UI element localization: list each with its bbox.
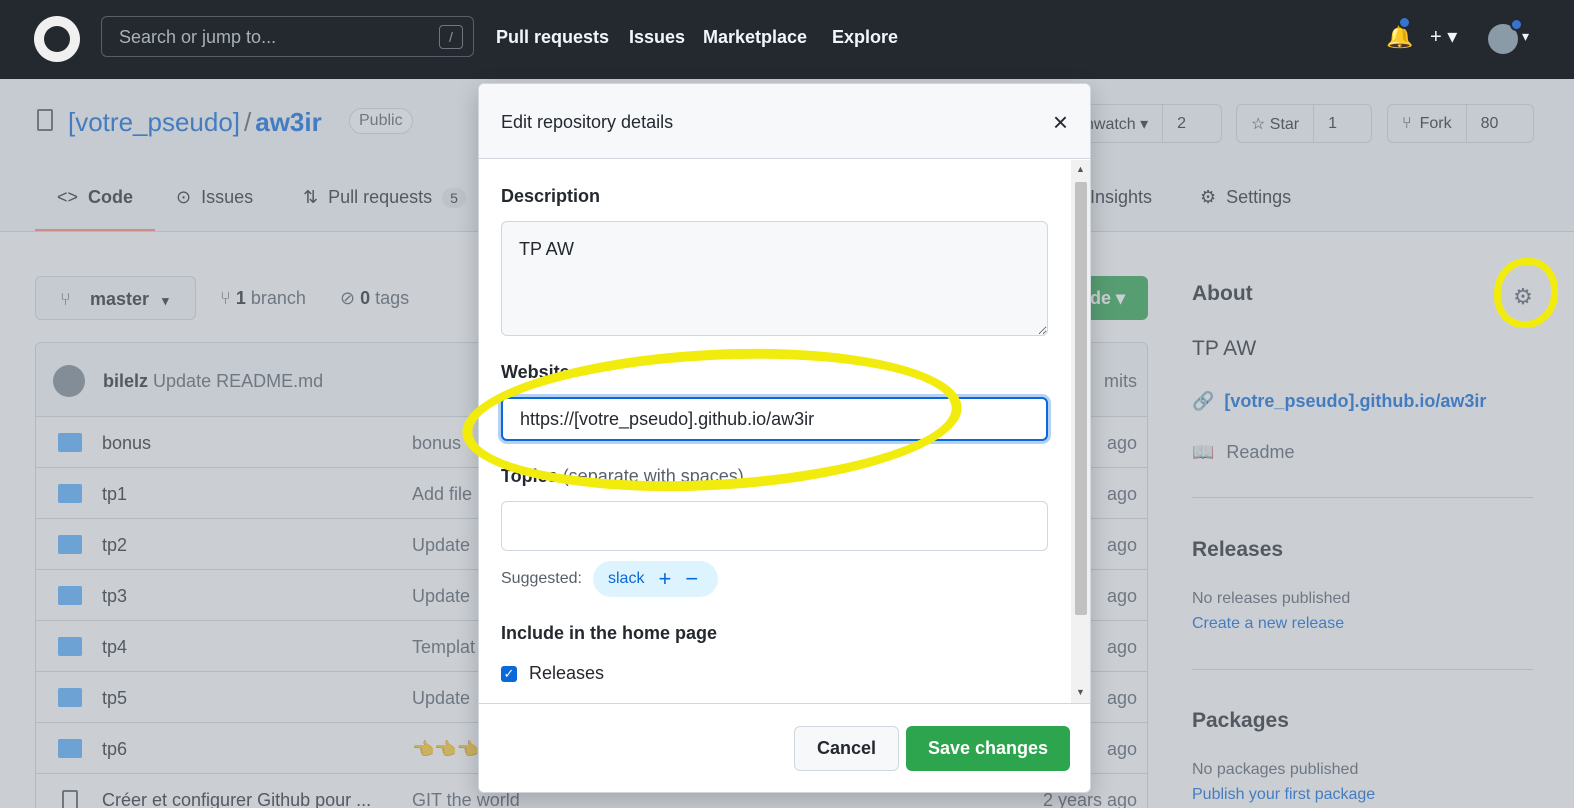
create-new-menu[interactable]: + ▾: [1430, 24, 1457, 49]
releases-option-label: Releases: [529, 663, 605, 683]
dialog-scrollbar[interactable]: ▲ ▼: [1071, 160, 1090, 703]
dialog-footer: Cancel Save changes: [479, 703, 1090, 792]
description-field[interactable]: TP AW: [501, 221, 1048, 336]
search-shortcut-key: /: [439, 25, 463, 49]
scroll-down-arrow-icon[interactable]: ▼: [1076, 687, 1085, 697]
minus-icon[interactable]: −: [685, 566, 698, 592]
topics-field[interactable]: [501, 501, 1048, 551]
scroll-up-arrow-icon[interactable]: ▲: [1076, 164, 1085, 174]
nav-explore[interactable]: Explore: [832, 27, 898, 48]
suggested-label: Suggested:: [501, 570, 582, 587]
search-input[interactable]: Search or jump to... /: [101, 16, 474, 57]
description-label: Description: [501, 186, 601, 206]
include-heading: Include in the home page: [501, 623, 718, 643]
plus-icon[interactable]: +: [658, 566, 671, 592]
releases-option[interactable]: ✓ Releases: [501, 663, 604, 684]
bell-icon[interactable]: 🔔: [1386, 24, 1413, 50]
nav-issues[interactable]: Issues: [629, 27, 685, 48]
nav-pull-requests[interactable]: Pull requests: [496, 27, 609, 48]
global-header: Search or jump to... / Pull requests Iss…: [0, 0, 1574, 79]
cancel-button[interactable]: Cancel: [794, 726, 899, 771]
scrollbar-thumb[interactable]: [1075, 182, 1087, 615]
close-icon[interactable]: ×: [1053, 107, 1068, 138]
nav-marketplace[interactable]: Marketplace: [703, 27, 807, 48]
notification-dot: [1398, 16, 1411, 29]
checkbox-checked-icon[interactable]: ✓: [501, 665, 517, 682]
avatar-chevron-down-icon[interactable]: ▾: [1522, 28, 1529, 45]
suggested-topic-name: slack: [608, 570, 645, 587]
suggested-topic-pill: slack + −: [593, 561, 718, 597]
dialog-title: Edit repository details: [501, 112, 674, 132]
save-changes-button[interactable]: Save changes: [906, 726, 1070, 771]
search-placeholder: Search or jump to...: [119, 27, 277, 47]
github-logo-icon[interactable]: [34, 16, 80, 62]
dialog-header: Edit repository details ×: [479, 84, 1090, 159]
annotation-circle-gear: [1494, 258, 1558, 328]
